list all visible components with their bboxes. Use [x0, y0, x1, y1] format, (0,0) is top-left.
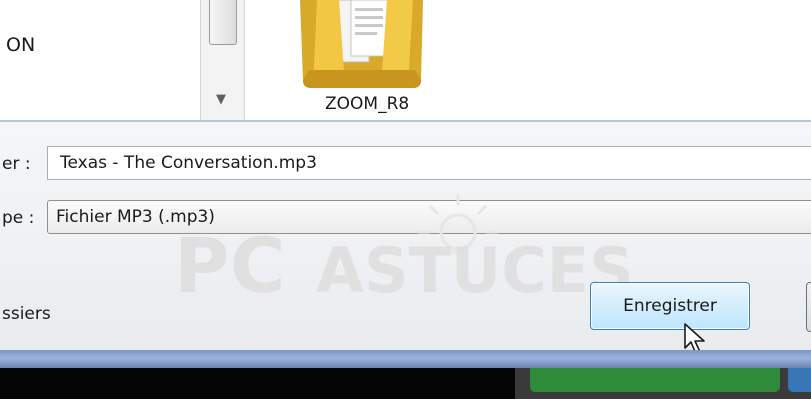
window-frame-bottom: [0, 350, 811, 368]
filename-input[interactable]: [47, 146, 811, 180]
filetype-value: Fichier MP3 (.mp3): [56, 207, 215, 227]
cancel-button[interactable]: [806, 282, 811, 332]
watermark-text-astuces: ASTUCES: [316, 234, 634, 307]
nav-pane-item[interactable]: ON: [6, 34, 35, 56]
save-form: er : pe : Fichier MP3 (.mp3) PC ASTUCES …: [0, 122, 811, 350]
background-blue-button[interactable]: [788, 368, 811, 392]
folder-label: ZOOM_R8: [325, 94, 410, 114]
filetype-select[interactable]: Fichier MP3 (.mp3): [47, 200, 811, 234]
folder-icon[interactable]: [295, 0, 430, 90]
nav-pane-scrollbar[interactable]: ▼: [200, 0, 245, 120]
hide-folders-link[interactable]: ssiers: [2, 304, 51, 324]
scroll-down-arrow-icon[interactable]: ▼: [216, 92, 226, 107]
background-panel: [0, 368, 515, 399]
save-button[interactable]: Enregistrer: [590, 282, 750, 330]
background-green-button[interactable]: [530, 368, 780, 392]
scrollbar-thumb[interactable]: [209, 0, 237, 45]
watermark-text-pc: PC: [174, 221, 285, 310]
file-browser-pane: ON ▼ ZOOM_R8: [0, 0, 811, 120]
filetype-label: pe :: [2, 208, 35, 228]
filename-label: er :: [2, 154, 31, 174]
